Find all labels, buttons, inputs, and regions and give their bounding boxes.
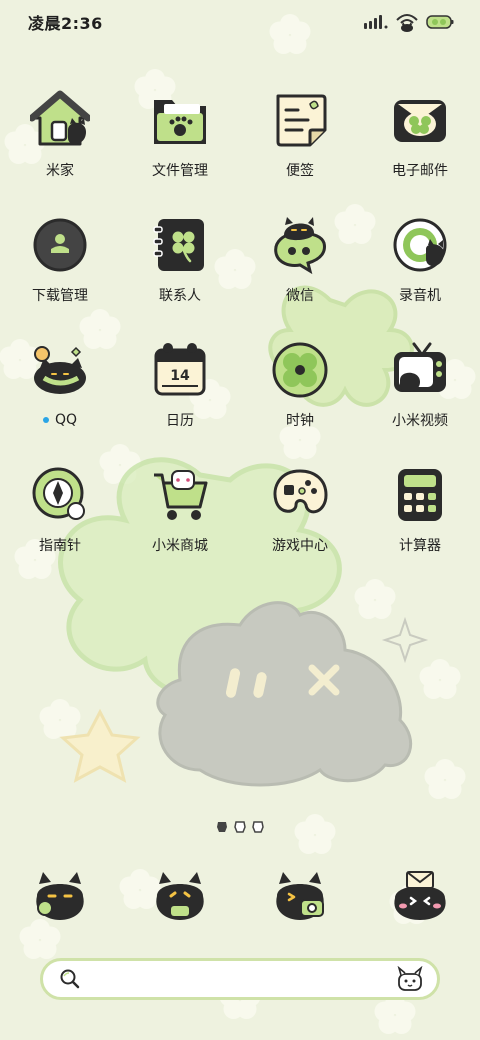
phone-cat-icon [36, 872, 84, 920]
calendar-day: 14 [170, 368, 190, 384]
cat-wifi-icon [396, 14, 418, 32]
status-time: 凌晨2:36 [28, 14, 103, 33]
wechat-cat-icon [274, 217, 326, 275]
wallpaper-sparkle [381, 616, 429, 664]
dock-messages[interactable] [120, 860, 240, 930]
app-label: 联系人 [159, 288, 201, 304]
calculator-icon [398, 469, 442, 521]
dock-phone[interactable] [0, 860, 120, 930]
folder-paw-icon [154, 100, 206, 144]
dock-browser[interactable] [360, 860, 480, 930]
app-label: 计算器 [399, 538, 441, 554]
app-qq[interactable]: QQ [0, 336, 120, 461]
notepad-icon [276, 94, 327, 147]
signal-bars-icon [364, 15, 388, 29]
app-label-text: QQ [54, 412, 78, 428]
app-mijia[interactable]: 米家 [0, 86, 120, 211]
page-indicator[interactable] [0, 820, 480, 834]
download-circle-icon [33, 218, 87, 272]
app-downloads[interactable]: 下载管理 [0, 211, 120, 336]
compass-icon [32, 467, 85, 520]
app-game-center[interactable]: 游戏中心 [240, 461, 360, 586]
app-file-manager[interactable]: 文件管理 [120, 86, 240, 211]
page-dot [234, 821, 246, 833]
status-icons [364, 12, 454, 32]
recorder-icon [393, 218, 447, 272]
contacts-book-icon [153, 219, 204, 271]
xiaoai-mascot-icon[interactable] [395, 966, 425, 992]
app-mi-video[interactable]: 小米视频 [360, 336, 480, 461]
app-clock[interactable]: 时钟 [240, 336, 360, 461]
shopping-cart-icon [154, 470, 208, 520]
tv-cat-icon [394, 342, 446, 392]
page-dot-active [217, 822, 227, 832]
qq-cat-icon [34, 346, 86, 394]
browser-cat-icon [394, 871, 446, 920]
mail-clover-icon [394, 100, 446, 142]
house-cat-icon [30, 90, 90, 146]
dock [0, 860, 480, 930]
app-label: 时钟 [286, 413, 314, 429]
app-label: 录音机 [399, 288, 441, 304]
app-wechat[interactable]: 微信 [240, 211, 360, 336]
app-calendar[interactable]: 14 日历 [120, 336, 240, 461]
app-row: 下载管理 联系人 微信 录音机 [0, 211, 480, 336]
app-row: QQ 14 日历 时钟 小米视频 [0, 336, 480, 461]
clover-battery-icon [426, 15, 454, 29]
app-label: 小米商城 [152, 538, 208, 554]
calendar-icon: 14 [154, 343, 206, 396]
app-email[interactable]: 电子邮件 [360, 86, 480, 211]
app-label: 文件管理 [152, 163, 208, 179]
message-cat-icon [156, 872, 204, 920]
camera-cat-icon [276, 872, 324, 920]
app-label: 米家 [46, 163, 74, 179]
app-label: 便签 [286, 163, 314, 179]
app-row: 指南针 小米商城 游戏中心 计算器 [0, 461, 480, 586]
app-calculator[interactable]: 计算器 [360, 461, 480, 586]
app-contacts[interactable]: 联系人 [120, 211, 240, 336]
app-label: 微信 [286, 288, 314, 304]
app-label: 小米视频 [392, 413, 448, 429]
app-notes[interactable]: 便签 [240, 86, 360, 211]
search-icon [60, 969, 80, 989]
app-label: 游戏中心 [272, 538, 328, 554]
page-dot [252, 821, 264, 833]
app-label: 指南针 [39, 538, 81, 554]
app-row: 米家 文件管理 便签 电子邮件 [0, 86, 480, 211]
app-recorder[interactable]: 录音机 [360, 211, 480, 336]
app-grid: 米家 文件管理 便签 电子邮件 下载管理 联系人 微信 录音机 QQ 14 日历… [0, 86, 480, 586]
new-indicator-dot [42, 417, 49, 423]
app-label: QQ [42, 410, 78, 430]
status-bar: 凌晨2:36 [0, 0, 480, 44]
app-compass[interactable]: 指南针 [0, 461, 120, 586]
search-bar[interactable] [40, 958, 440, 1000]
app-mi-store[interactable]: 小米商城 [120, 461, 240, 586]
dock-camera[interactable] [240, 860, 360, 930]
clover-clock-icon [272, 342, 328, 398]
app-label: 电子邮件 [392, 163, 448, 179]
game-palette-icon [273, 469, 328, 514]
app-label: 日历 [166, 413, 194, 429]
app-label: 下载管理 [32, 288, 88, 304]
